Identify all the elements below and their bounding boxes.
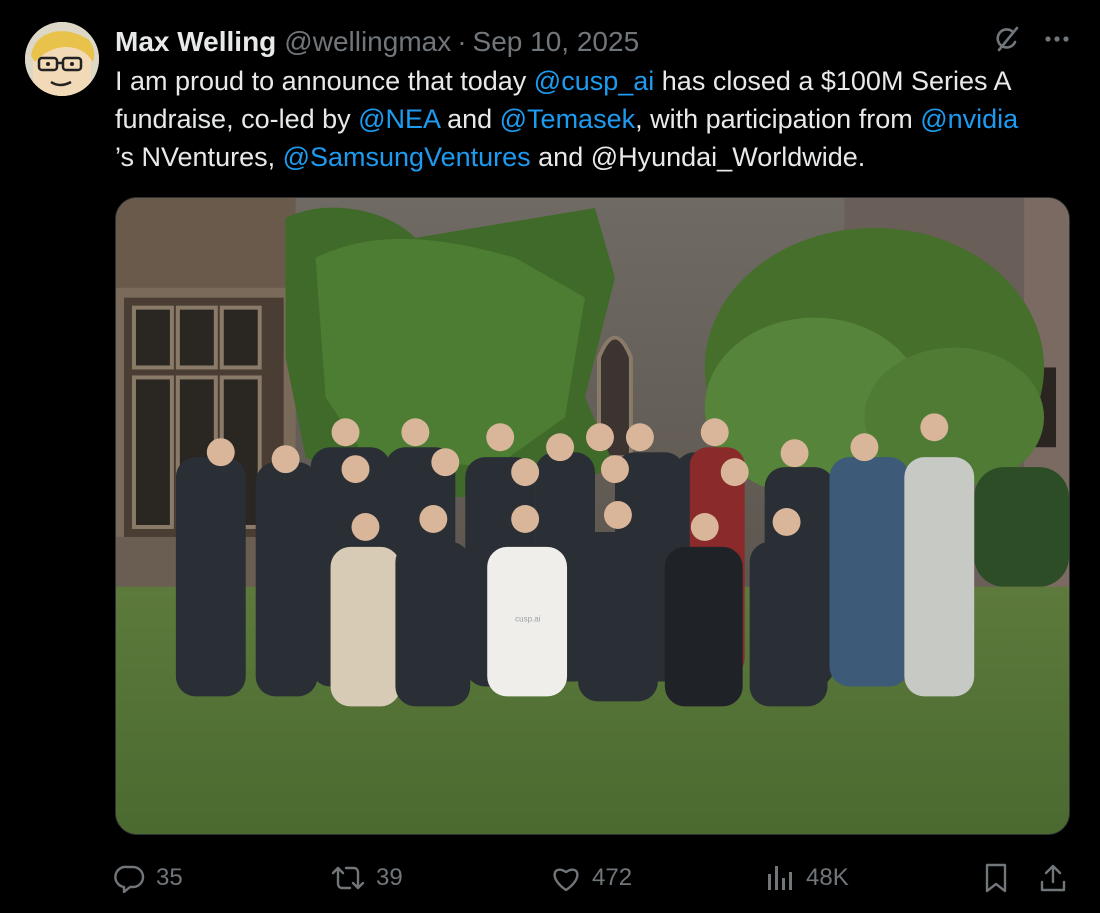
tweet-text-part: I am proud to announce that today xyxy=(115,66,534,96)
views-count: 48K xyxy=(806,864,849,891)
bookmark-icon xyxy=(982,862,1010,894)
tweet-text-part: and @Hyundai_Worldwide. xyxy=(530,142,866,172)
repost-icon xyxy=(330,862,366,894)
author-avatar[interactable] xyxy=(25,22,99,96)
tweet-header: Max Welling @wellingmax · Sep 10, 2025 xyxy=(115,22,1070,62)
author-handle[interactable]: @wellingmax xyxy=(284,26,451,58)
header-actions xyxy=(992,24,1070,54)
tweet-text-part: , with participation from xyxy=(635,104,921,134)
tweet-date[interactable]: Sep 10, 2025 xyxy=(473,26,640,58)
mention-link-nea[interactable]: @NEA xyxy=(358,104,439,134)
repost-count: 39 xyxy=(376,864,403,891)
mention-link-cusp-ai[interactable]: @cusp_ai xyxy=(534,66,654,96)
tweet-photo[interactable]: cusp.ai xyxy=(115,197,1070,835)
reply-icon xyxy=(114,862,146,894)
svg-text:cusp.ai: cusp.ai xyxy=(515,615,540,624)
more-icon[interactable] xyxy=(1044,24,1070,54)
action-bar: 35 39 472 48K xyxy=(114,858,1074,898)
mention-link-temasek[interactable]: @Temasek xyxy=(500,104,635,134)
tweet-text: I am proud to announce that today @cusp_… xyxy=(115,62,1090,176)
tweet-text-part: and xyxy=(439,104,500,134)
share-icon xyxy=(1038,862,1068,894)
reply-count: 35 xyxy=(156,864,183,891)
mention-link-samsungventures[interactable]: @SamsungVentures xyxy=(283,142,531,172)
mention-link-nvidia[interactable]: @nvidia xyxy=(920,104,1018,134)
views-button[interactable]: 48K xyxy=(766,858,849,898)
grok-icon[interactable] xyxy=(992,24,1022,54)
bookmark-button[interactable] xyxy=(982,858,1010,898)
views-icon xyxy=(766,862,796,894)
like-icon xyxy=(550,862,582,894)
like-button[interactable]: 472 xyxy=(550,858,632,898)
share-button[interactable] xyxy=(1038,858,1068,898)
like-count: 472 xyxy=(592,864,633,891)
repost-button[interactable]: 39 xyxy=(330,858,403,898)
header-separator: · xyxy=(457,26,467,57)
reply-button[interactable]: 35 xyxy=(114,858,183,898)
author-name[interactable]: Max Welling xyxy=(115,26,276,58)
tweet-text-part: ’s NVentures, xyxy=(115,142,283,172)
